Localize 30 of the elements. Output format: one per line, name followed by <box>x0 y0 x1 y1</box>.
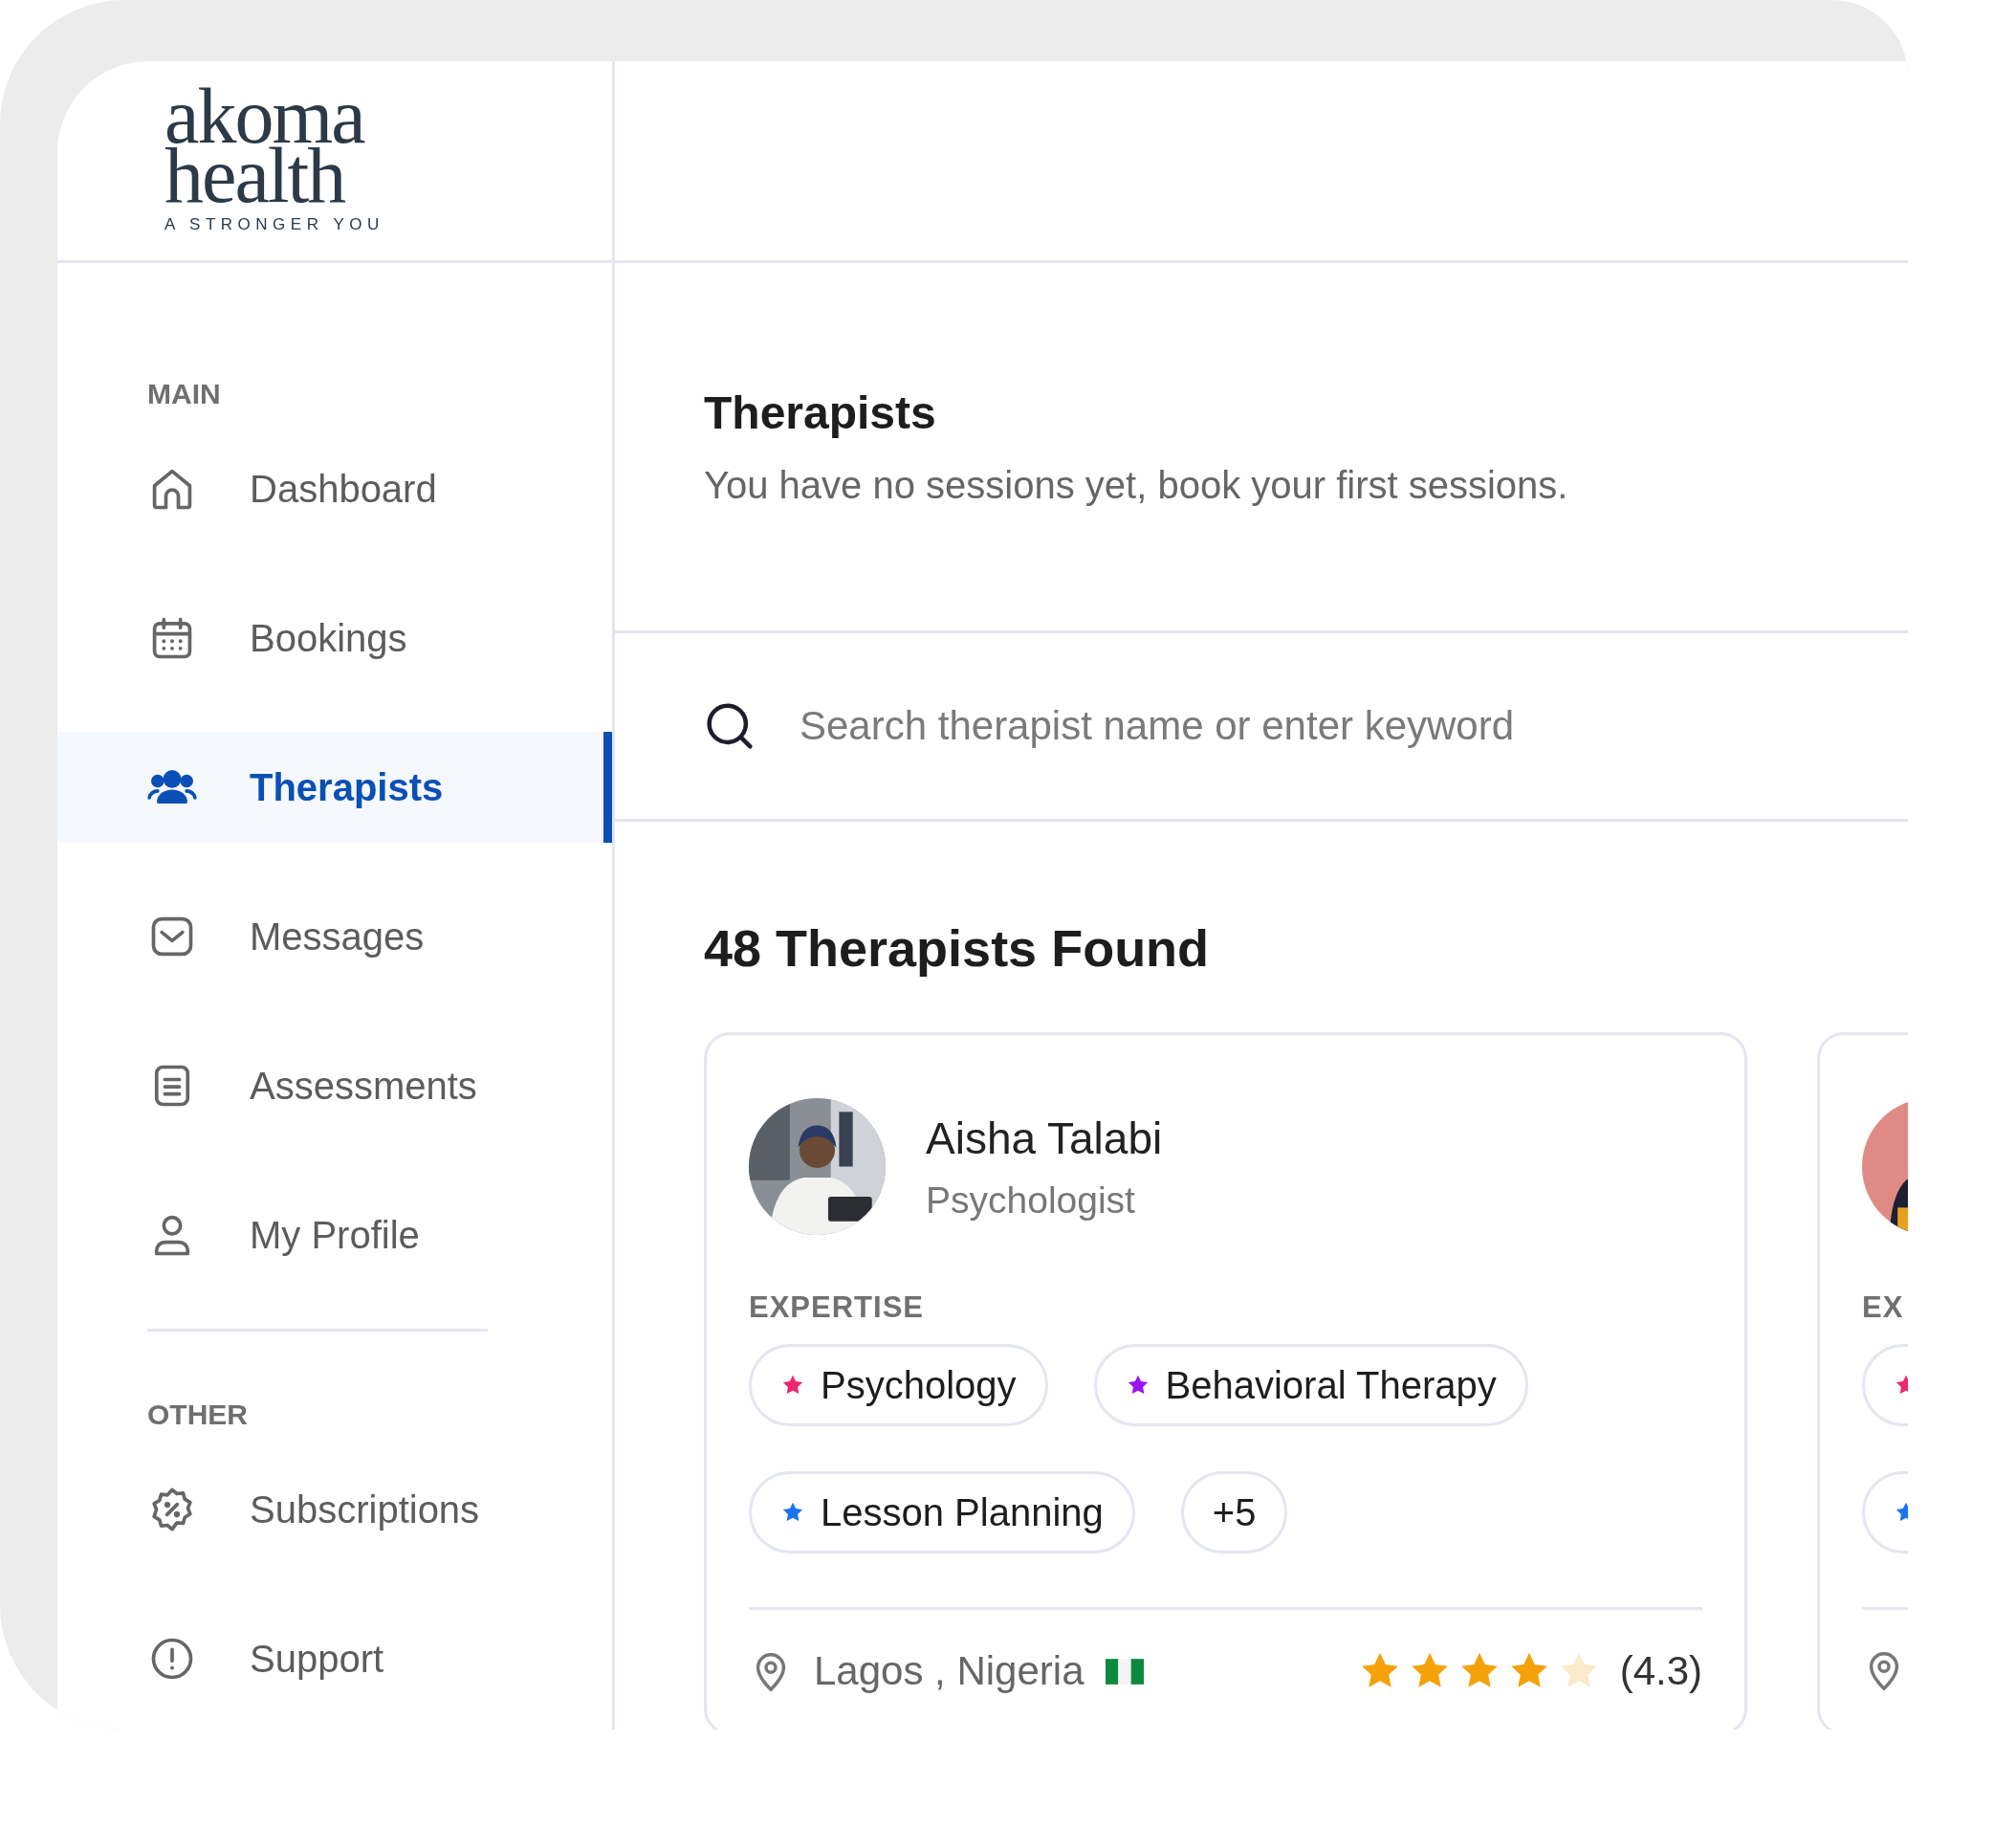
expertise-label: EX <box>1862 1290 1905 1325</box>
page-subtitle: You have no sessions yet, book your first sessions. <box>704 463 1569 508</box>
expertise-tag: Lesson Planning <box>749 1471 1135 1554</box>
therapist-card[interactable]: Aisha Talabi Psychologist EXPERTISE Psychology Behavioral Therapy Lesson Planning +5 Lagos , Nigeria (4.3) <box>704 1032 1747 1730</box>
therapist-name: Aisha Talabi <box>926 1112 1163 1164</box>
expertise-tag: Behavioral Therapy <box>1093 1344 1528 1426</box>
therapist-location: Lagos , Nigeria <box>814 1648 1085 1694</box>
rating-value: (4.3) <box>1619 1648 1702 1694</box>
nav-item[interactable]: My Profile <box>57 1179 612 1290</box>
therapist-role: Psychologist <box>926 1179 1136 1222</box>
expertise-tag: +5 <box>1180 1471 1288 1554</box>
expertise-label: EXPERTISE <box>749 1290 925 1325</box>
nav-item[interactable]: Subscriptions <box>57 1454 612 1565</box>
nav-item[interactable]: Therapists <box>57 732 612 843</box>
nav-item[interactable]: Messages <box>57 881 612 992</box>
page-title: Therapists <box>704 386 937 440</box>
section-heading: OTHER <box>146 1399 249 1431</box>
nav-item[interactable]: Assessments <box>57 1030 612 1141</box>
therapist-card[interactable]: EX <box>1817 1032 1908 1730</box>
expertise-tag: Psychology <box>749 1344 1048 1426</box>
section-heading: MAIN <box>146 378 222 410</box>
nav-item[interactable]: Support <box>57 1603 612 1714</box>
results-heading: 48 Therapists Found <box>704 918 1211 979</box>
logo-word: akoma <box>164 87 364 146</box>
search-field[interactable]: Search therapist name or enter keyword <box>798 702 1908 750</box>
logo-tagline: A STRONGER YOU <box>164 215 384 234</box>
nav-item[interactable]: Dashboard <box>57 433 612 544</box>
nav-item[interactable]: Bookings <box>57 583 612 694</box>
flag-icon <box>1105 1658 1144 1685</box>
logo-word: health <box>164 146 345 206</box>
